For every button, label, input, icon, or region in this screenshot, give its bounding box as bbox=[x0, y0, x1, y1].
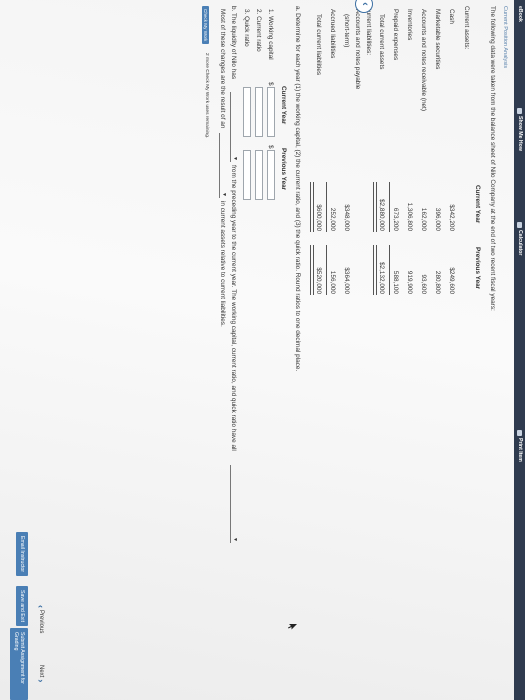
show-me-how-label: Show Me How bbox=[517, 116, 523, 151]
show-me-how-button[interactable]: Show Me How bbox=[517, 108, 523, 151]
next-button[interactable]: Next › bbox=[36, 665, 46, 682]
asset-previous: 919,900 bbox=[406, 270, 413, 294]
bs-col-previous: Previous Year bbox=[474, 247, 481, 290]
quick-ratio-current-input[interactable] bbox=[243, 87, 251, 137]
qa-row-label: 1. Working capital bbox=[267, 9, 274, 60]
asset-previous: $249,600 bbox=[448, 267, 455, 294]
total-rule bbox=[373, 182, 377, 232]
asset-current: 1,306,800 bbox=[406, 202, 413, 231]
total-rule bbox=[373, 245, 377, 295]
asset-label: Cash bbox=[448, 9, 455, 24]
previous-button[interactable]: ‹ Previous bbox=[36, 605, 46, 633]
section-title: Current Position Analysis bbox=[502, 6, 508, 69]
total-assets-label: Total current assets bbox=[378, 14, 385, 70]
total-assets-current: $2,880,000 bbox=[378, 199, 385, 231]
currency-prefix: $ bbox=[267, 82, 274, 86]
subtotal-rule bbox=[389, 245, 390, 295]
total-liab-label: Total current liabilities bbox=[315, 14, 322, 76]
top-toolbar: eBook Show Me How Calculator Print Item bbox=[514, 0, 525, 700]
liab-notes-label: Accounts and notes payable bbox=[354, 9, 361, 90]
quick-ratio-previous-input[interactable] bbox=[243, 150, 251, 200]
subtotal-rule bbox=[389, 182, 390, 232]
accrued-current: 252,000 bbox=[329, 207, 336, 231]
qa-col-current: Current Year bbox=[280, 86, 287, 125]
total-assets-previous: $2,132,000 bbox=[378, 262, 385, 294]
working-capital-current-input[interactable] bbox=[267, 87, 275, 137]
liab-notes-previous: $364,000 bbox=[343, 267, 350, 294]
video-icon bbox=[517, 108, 523, 114]
question-b-text: from the preceding year to the current y… bbox=[230, 165, 237, 451]
check-my-work-button[interactable]: Check My Work bbox=[202, 6, 209, 45]
liab-notes-current: $348,000 bbox=[343, 204, 350, 231]
print-item-button[interactable]: Print Item bbox=[517, 430, 523, 462]
email-instructor-button[interactable]: Email Instructor bbox=[16, 532, 28, 577]
asset-label: Inventories bbox=[406, 9, 413, 41]
liquidity-change-select[interactable] bbox=[230, 92, 237, 162]
question-a-prompt: a. Determine for each year (1) the worki… bbox=[294, 6, 301, 372]
printer-icon bbox=[517, 430, 523, 436]
print-item-label: Print Item bbox=[517, 438, 523, 462]
previous-label: Previous bbox=[38, 610, 44, 634]
chevron-right-icon: › bbox=[36, 679, 46, 683]
save-and-exit-button[interactable]: Save and Exit bbox=[16, 586, 28, 627]
chevron-left-icon: ‹ bbox=[359, 2, 371, 6]
total-liab-previous: $520,000 bbox=[315, 267, 322, 294]
qa-col-previous: Previous Year bbox=[280, 148, 287, 191]
question-b-text: b. The liquidity of Nilo has bbox=[230, 6, 237, 80]
asset-previous: 280,800 bbox=[434, 270, 441, 294]
asset-label: Marketable securities bbox=[434, 9, 441, 70]
total-liab-current: $600,000 bbox=[315, 204, 322, 231]
ratios-change-select[interactable] bbox=[230, 465, 237, 543]
liab-notes-label-2: (short-term) bbox=[343, 14, 350, 48]
current-ratio-current-input[interactable] bbox=[255, 87, 263, 137]
asset-previous: 588,100 bbox=[392, 270, 399, 294]
accrued-label: Accrued liabilities bbox=[329, 9, 336, 59]
asset-label: Prepaid expenses bbox=[392, 9, 399, 61]
asset-label: Accounts and notes receivable (net) bbox=[420, 9, 427, 111]
asset-previous: 93,600 bbox=[420, 274, 427, 294]
currency-prefix: $ bbox=[267, 145, 274, 149]
calculator-button[interactable]: Calculator bbox=[517, 222, 523, 255]
subtotal-rule bbox=[326, 245, 327, 295]
question-b-text: Most of these changes are the result of … bbox=[219, 9, 226, 129]
chevron-left-icon: ‹ bbox=[36, 605, 46, 608]
asset-current: 396,000 bbox=[434, 207, 441, 231]
total-rule bbox=[310, 245, 314, 295]
change-cause-select[interactable] bbox=[219, 133, 226, 198]
qa-row-label: 3. Quick ratio bbox=[243, 9, 250, 47]
ebook-label: eBook bbox=[517, 6, 523, 22]
next-label: Next bbox=[38, 665, 44, 678]
qa-row-label: 2. Current ratio bbox=[255, 9, 262, 52]
check-work-remaining: 2 more Check My Work uses remaining. bbox=[204, 53, 209, 139]
asset-current: 673,200 bbox=[392, 207, 399, 231]
total-rule bbox=[310, 182, 314, 232]
ebook-link[interactable]: eBook bbox=[517, 6, 523, 22]
calculator-icon bbox=[517, 222, 523, 228]
current-ratio-previous-input[interactable] bbox=[255, 150, 263, 200]
current-liabilities-heading: Current liabilities: bbox=[365, 6, 372, 56]
asset-current: $342,200 bbox=[448, 204, 455, 231]
submit-assignment-button[interactable]: Submit Assignment for Grading bbox=[10, 628, 28, 700]
intro-text: The following data were taken from the b… bbox=[489, 6, 496, 311]
working-capital-previous-input[interactable] bbox=[267, 150, 275, 200]
question-b-text: in current assets relative to current li… bbox=[219, 201, 226, 327]
bs-col-current: Current Year bbox=[474, 185, 481, 224]
asset-current: 162,000 bbox=[420, 207, 427, 231]
mouse-cursor-icon bbox=[288, 624, 297, 630]
accrued-previous: 156,000 bbox=[329, 270, 336, 294]
calculator-label: Calculator bbox=[517, 230, 523, 256]
screen: eBook Show Me How Calculator Print Item … bbox=[0, 0, 525, 700]
current-assets-heading: Current assets: bbox=[463, 6, 470, 50]
subtotal-rule bbox=[326, 182, 327, 232]
assignment-page: eBook Show Me How Calculator Print Item … bbox=[0, 0, 525, 700]
